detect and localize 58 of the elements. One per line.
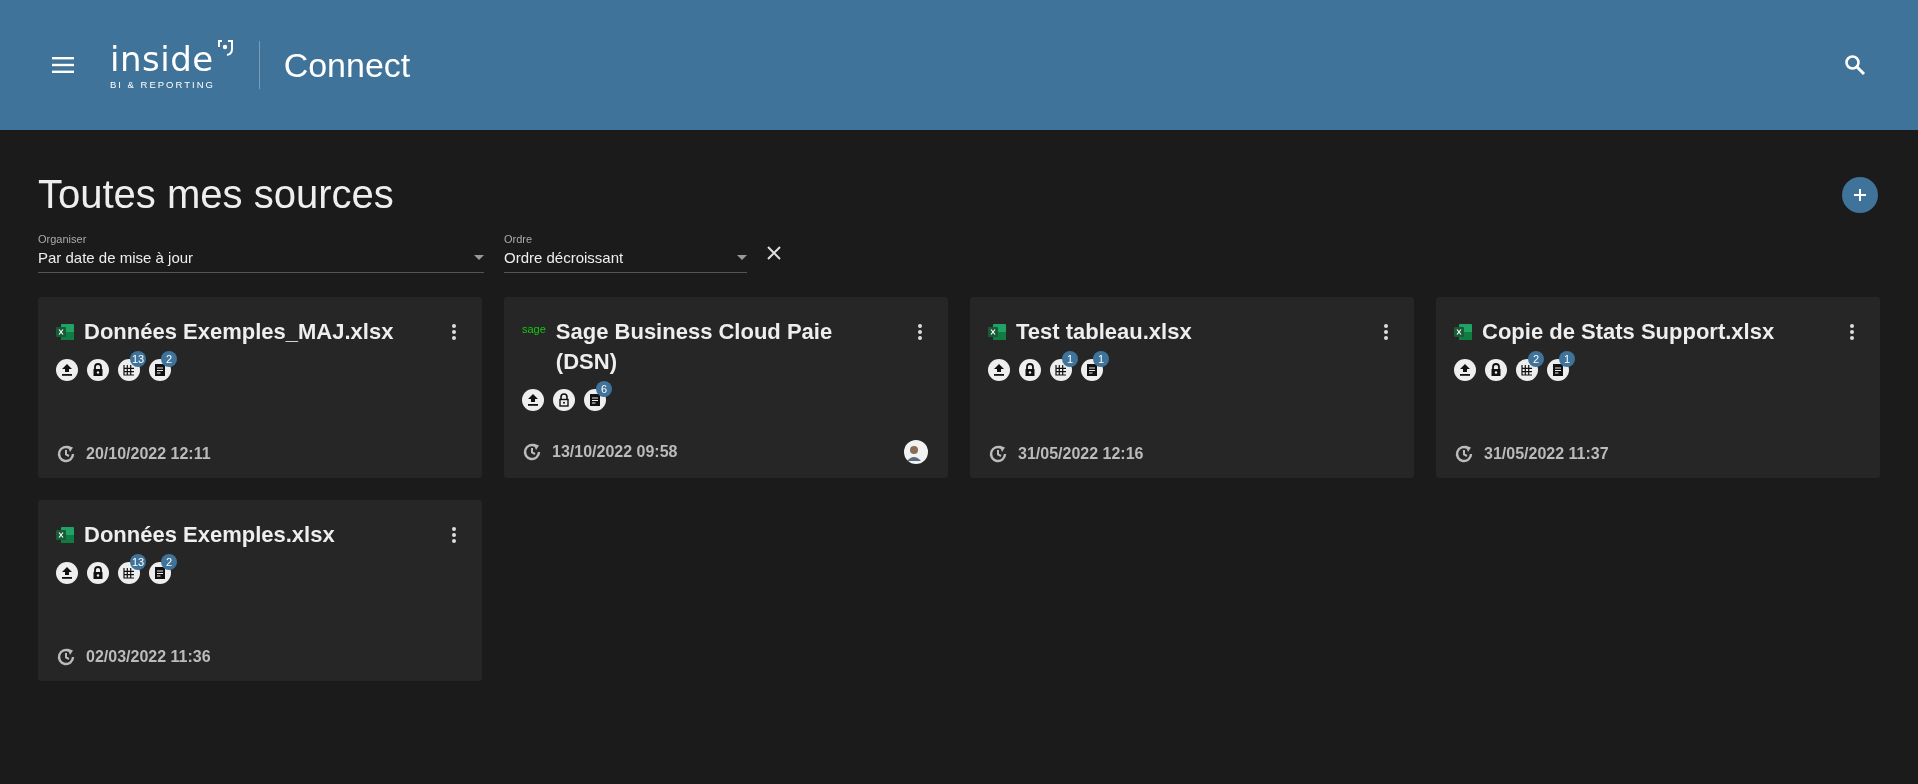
updated-date: 31/05/2022 11:37 — [1484, 445, 1610, 463]
caret-icon — [474, 255, 484, 260]
count-badge: 2 — [161, 554, 177, 570]
count-badge: 13 — [130, 351, 146, 367]
history-icon — [56, 647, 76, 667]
logo-text: sage — [522, 323, 546, 335]
count-badge: 1 — [1062, 351, 1078, 367]
spreadsheet-icon — [1454, 324, 1472, 340]
add-button[interactable] — [1842, 176, 1878, 213]
history-icon — [56, 444, 76, 464]
updated-date: 31/05/2022 12:16 — [1018, 445, 1145, 463]
updated-date: 13/10/2022 09:58 — [552, 443, 679, 461]
source-card[interactable]: Copie de Stats Support.xlsx 2 1 31/05/2022 11:37 — [1436, 297, 1880, 478]
logo-subtitle: BI & REPORTING — [110, 78, 216, 90]
count-badge: 2 — [1528, 351, 1544, 367]
count-badge: 1 — [1559, 351, 1575, 367]
sort-select[interactable]: Ordre Ordre décroissant — [504, 233, 747, 273]
updated-date: 02/03/2022 11:36 — [86, 648, 212, 666]
source-title: Données Exemples_MAJ.xlsx — [84, 318, 395, 346]
source-card[interactable]: sage Sage Business Cloud Paie (DSN) 6 13/10/2022 09:58 — [504, 297, 948, 478]
source-card[interactable]: Test tableau.xlsx 1 1 31/05/2022 12:16 — [970, 297, 1414, 478]
upload-icon — [56, 562, 78, 584]
count-badge: 2 — [161, 351, 177, 367]
source-title: Données Exemples.xlsx — [84, 521, 336, 549]
source-card[interactable]: Données Exemples.xlsx 13 2 02/03/2022 11:36 — [38, 500, 482, 681]
source-title: Copie de Stats Support.xlsx — [1482, 318, 1776, 346]
history-icon — [522, 442, 542, 462]
spreadsheet-icon — [56, 527, 74, 543]
more-icon[interactable] — [452, 527, 456, 543]
updated-date: 20/10/2022 12:11 — [86, 445, 212, 463]
clear-icon[interactable] — [767, 246, 781, 260]
logo-mark-icon — [215, 38, 234, 57]
more-icon[interactable] — [918, 324, 922, 340]
app-title: Connect — [283, 45, 411, 85]
spreadsheet-icon — [56, 324, 74, 340]
menu-icon[interactable] — [52, 57, 74, 73]
more-icon[interactable] — [1850, 324, 1854, 340]
more-icon[interactable] — [1384, 324, 1388, 340]
upload-icon — [988, 359, 1010, 381]
search-icon[interactable] — [1844, 54, 1866, 76]
history-icon — [1454, 444, 1474, 464]
upload-icon — [1454, 359, 1476, 381]
upload-icon — [56, 359, 78, 381]
count-badge: 1 — [1093, 351, 1109, 367]
count-badge: 6 — [596, 381, 612, 397]
source-title: Sage Business Cloud Paie (DSN) — [555, 318, 834, 376]
sort-select[interactable]: Organiser Par date de mise à jour — [38, 233, 484, 273]
page-title: Toutes mes sources — [38, 172, 394, 217]
logo-text: inside — [110, 40, 214, 77]
caret-icon — [737, 255, 747, 260]
plus-icon — [1852, 186, 1868, 203]
upload-icon — [522, 389, 544, 411]
spreadsheet-icon — [988, 324, 1006, 340]
more-icon[interactable] — [452, 324, 456, 340]
source-card[interactable]: Données Exemples_MAJ.xlsx 13 2 20/10/2022 12:11 — [38, 297, 482, 478]
count-badge: 13 — [130, 554, 146, 570]
history-icon — [988, 444, 1008, 464]
source-title: Test tableau.xlsx — [1016, 318, 1193, 346]
